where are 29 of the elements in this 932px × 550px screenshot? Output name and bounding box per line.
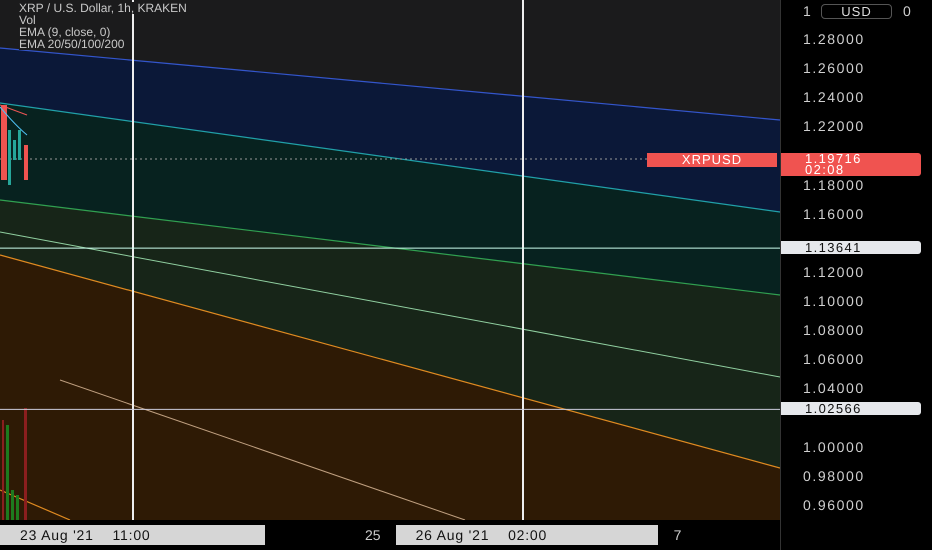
axis-tick-label: 1.08000 <box>803 322 865 338</box>
axis-tick-label: 1.22000 <box>803 118 865 134</box>
axis-tick-label: 1.04000 <box>803 380 865 396</box>
axis-tick-label: 1.10000 <box>803 293 865 310</box>
axis-tick-label: 0.96000 <box>803 496 865 513</box>
axis-tick-label: 1.06000 <box>803 351 865 368</box>
axis-tick-label: 1 <box>803 3 812 19</box>
axis-tick-label: 1.16000 <box>803 206 865 222</box>
symbol-label: XRPUSD <box>647 153 777 167</box>
axis-tick-label: 0.98000 <box>803 468 865 484</box>
last-price-label: 1.19716 02:08 <box>781 153 921 176</box>
axis-tick-label: 1.18000 <box>803 176 865 193</box>
axis-tick-label: 1.24000 <box>803 89 865 106</box>
axis-tick-label: 1.12000 <box>803 264 865 280</box>
time-marker-label: 26 Aug '21 02:00 <box>396 525 658 545</box>
axis-tick-label: 1.28000 <box>803 31 865 47</box>
currency-button[interactable]: USD <box>821 4 892 19</box>
price-marker-label: 1.13641 <box>781 241 921 254</box>
time-tick-label: 7 <box>674 527 682 543</box>
legend-text: Vol <box>19 14 38 26</box>
legend-text: EMA 20/50/100/200 <box>19 38 126 50</box>
axis-tick-label: 1.00000 <box>803 438 865 455</box>
time-marker-label: 23 Aug '21 11:00 <box>0 525 265 545</box>
price-marker-label: 1.02566 <box>781 402 921 416</box>
axis-tick-label: 0 <box>903 3 912 19</box>
axis-tick-label: 1.26000 <box>803 60 865 76</box>
legend-text: XRP / U.S. Dollar, 1h, KRAKEN <box>19 2 189 14</box>
time-tick-label: 25 <box>365 527 381 543</box>
legend-text: EMA (9, close, 0) <box>19 26 112 38</box>
